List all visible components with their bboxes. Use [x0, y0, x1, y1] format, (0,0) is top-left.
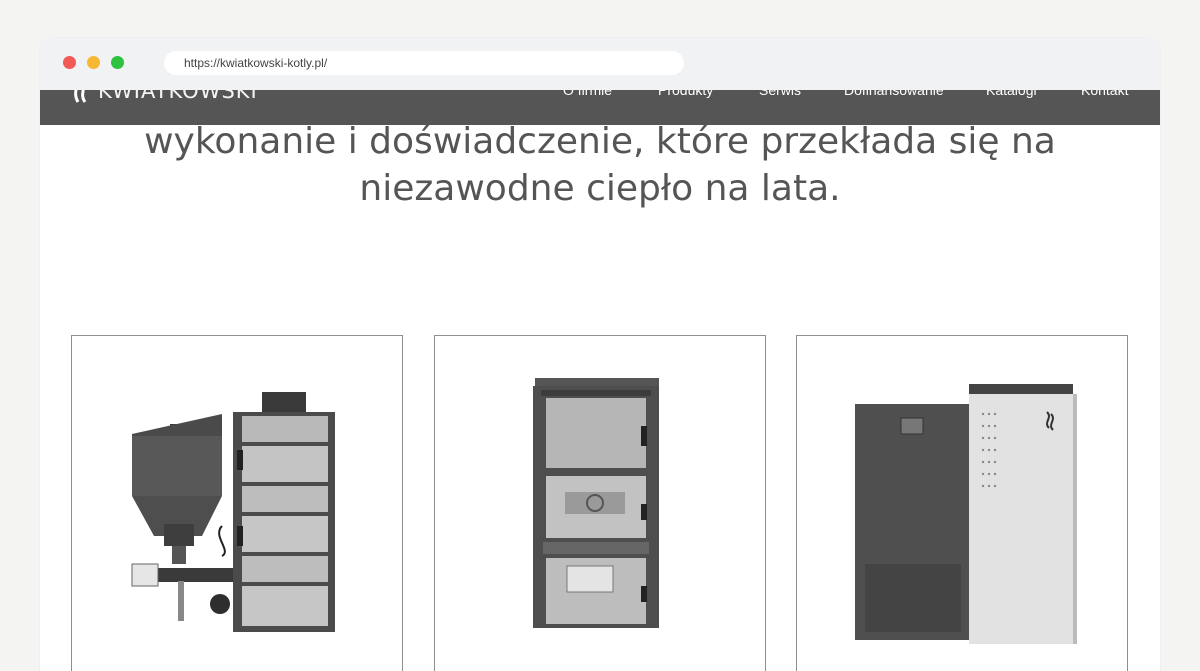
flame-logo-icon [74, 90, 87, 103]
nav-item-kontakt[interactable]: Kontakt [1081, 90, 1128, 98]
nav-item-o-firmie[interactable]: O firmie [563, 90, 612, 98]
product-card[interactable] [71, 335, 403, 671]
product-image-automatic-boiler [131, 392, 335, 632]
product-image-pellet-boiler [855, 384, 1077, 644]
nav-item-serwis[interactable]: Serwis [759, 90, 801, 98]
close-window-button[interactable] [63, 56, 76, 69]
hero-headline: wykonanie i doświadczenie, które przekła… [40, 118, 1160, 212]
nav-item-dofinansowanie[interactable]: Dofinansowanie [844, 90, 944, 98]
maximize-window-button[interactable] [111, 56, 124, 69]
browser-window: https://kwiatkowski-kotly.pl/ KWIATKOWSK… [40, 38, 1160, 671]
nav-item-katalogi[interactable]: Katalogi [986, 90, 1037, 98]
nav-item-produkty[interactable]: Produkty [658, 90, 713, 98]
address-bar[interactable]: https://kwiatkowski-kotly.pl/ [164, 51, 684, 75]
product-card[interactable] [434, 335, 766, 671]
minimize-window-button[interactable] [87, 56, 100, 69]
hero-headline-line-1: wykonanie i doświadczenie, które przekła… [144, 121, 1056, 162]
product-card[interactable] [796, 335, 1128, 671]
browser-toolbar: https://kwiatkowski-kotly.pl/ [40, 38, 1160, 90]
site-logo[interactable]: KWIATKOWSKI [70, 90, 258, 106]
product-image-manual-boiler [533, 378, 659, 628]
hero-headline-line-2: niezawodne ciepło na lata. [359, 168, 841, 209]
logo-text: KWIATKOWSKI [98, 90, 258, 103]
